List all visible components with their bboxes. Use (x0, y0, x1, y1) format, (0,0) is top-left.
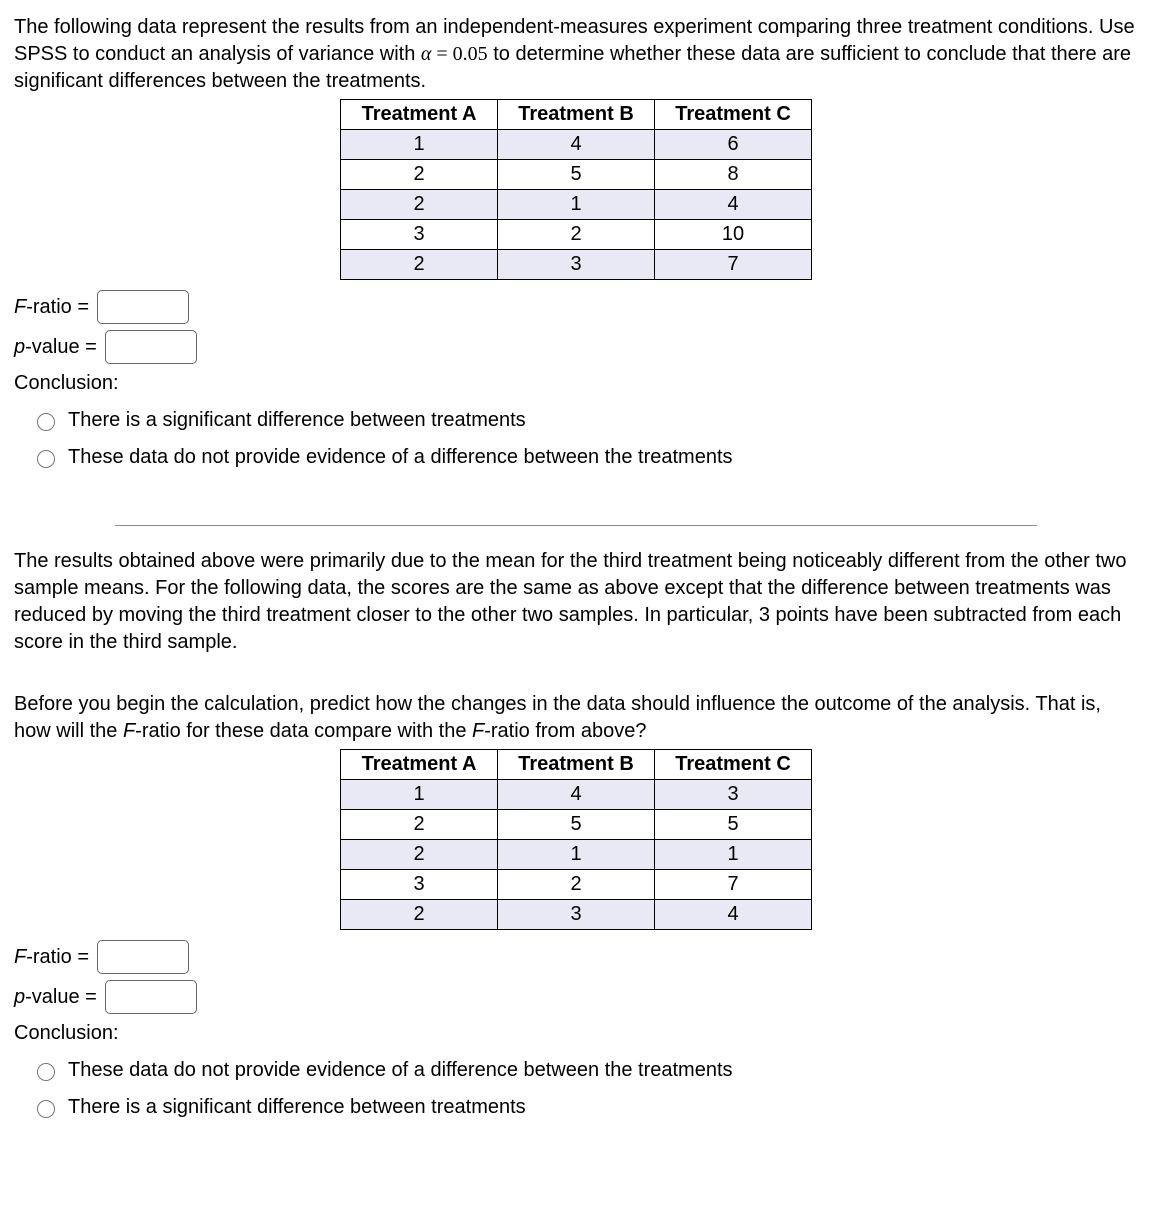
q2-option-1: These data do not provide evidence of a … (68, 1057, 733, 1084)
table-cell: 3 (498, 900, 655, 930)
q2-th-b: Treatment B (498, 750, 655, 780)
q2-f-label: F-ratio = (14, 944, 89, 971)
table-cell: 2 (498, 870, 655, 900)
q2-option-2: There is a significant difference betwee… (68, 1094, 526, 1121)
q2-f-ratio-input[interactable] (97, 940, 189, 974)
q1-radio-no-evidence[interactable] (37, 450, 55, 468)
q2-radio-significant[interactable] (37, 1100, 55, 1118)
table-cell: 4 (655, 900, 812, 930)
q2-th-c: Treatment C (655, 750, 812, 780)
table-cell: 5 (498, 160, 655, 190)
table-cell: 3 (341, 220, 498, 250)
table-cell: 2 (341, 250, 498, 280)
q1-intro: The following data represent the results… (14, 14, 1138, 95)
table-cell: 1 (341, 780, 498, 810)
q2-intro2: Before you begin the calculation, predic… (14, 691, 1138, 745)
table-cell: 4 (498, 780, 655, 810)
q2-th-a: Treatment A (341, 750, 498, 780)
table-cell: 7 (655, 250, 812, 280)
table-cell: 2 (341, 190, 498, 220)
table-cell: 1 (498, 840, 655, 870)
q2-p-value-input[interactable] (105, 980, 197, 1014)
q2-conclusion-label: Conclusion: (14, 1020, 1138, 1047)
q2-radio-no-evidence[interactable] (37, 1063, 55, 1081)
section-divider (115, 525, 1037, 526)
table-cell: 1 (498, 190, 655, 220)
q1-th-a: Treatment A (341, 100, 498, 130)
table-cell: 3 (498, 250, 655, 280)
table-cell: 7 (655, 870, 812, 900)
table-cell: 4 (655, 190, 812, 220)
q1-th-c: Treatment C (655, 100, 812, 130)
q1-p-label: p-value = (14, 334, 97, 361)
table-cell: 2 (498, 220, 655, 250)
q1-f-ratio-input[interactable] (97, 290, 189, 324)
table-cell: 2 (341, 900, 498, 930)
q1-radio-significant[interactable] (37, 413, 55, 431)
table-cell: 10 (655, 220, 812, 250)
table-cell: 8 (655, 160, 812, 190)
table-cell: 2 (341, 840, 498, 870)
table-cell: 2 (341, 160, 498, 190)
table-cell: 1 (655, 840, 812, 870)
table-cell: 4 (498, 130, 655, 160)
table-cell: 3 (655, 780, 812, 810)
table-cell: 6 (655, 130, 812, 160)
table-cell: 1 (341, 130, 498, 160)
table-cell: 5 (655, 810, 812, 840)
q1-th-b: Treatment B (498, 100, 655, 130)
q1-conclusion-label: Conclusion: (14, 370, 1138, 397)
q1-option-1: There is a significant difference betwee… (68, 407, 526, 434)
table-cell: 3 (341, 870, 498, 900)
q1-p-value-input[interactable] (105, 330, 197, 364)
q1-option-2: These data do not provide evidence of a … (68, 444, 733, 471)
table-cell: 5 (498, 810, 655, 840)
q2-intro1: The results obtained above were primaril… (14, 548, 1138, 656)
table-cell: 2 (341, 810, 498, 840)
q2-data-table: Treatment A Treatment B Treatment C 143 … (340, 749, 812, 930)
q1-data-table: Treatment A Treatment B Treatment C 146 … (340, 99, 812, 280)
q2-p-label: p-value = (14, 984, 97, 1011)
q1-f-label: F-ratio = (14, 294, 89, 321)
